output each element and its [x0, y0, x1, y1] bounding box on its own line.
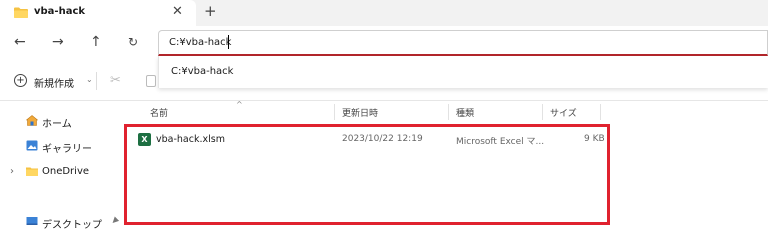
close-tab-icon[interactable]: ✕ — [172, 4, 183, 19]
chevron-down-icon: ⌄ — [86, 75, 93, 84]
tab-title: vba-hack — [34, 6, 86, 17]
highlight-annotation-box — [124, 124, 610, 225]
tab-strip: vba-hack ✕ + — [0, 0, 768, 26]
pin-icon: ▼ — [109, 215, 121, 226]
refresh-button[interactable]: ↻ — [128, 34, 138, 50]
toolbar-separator — [96, 72, 97, 90]
forward-button[interactable]: → — [52, 34, 64, 50]
sidebar-item-label: ホーム — [42, 119, 72, 130]
expand-chevron-icon[interactable]: › — [10, 166, 14, 177]
folder-icon — [26, 167, 38, 176]
gallery-icon — [26, 140, 38, 151]
address-bar[interactable]: C:¥vba-hack — [158, 30, 768, 56]
address-input-value: C:¥vba-hack — [169, 37, 232, 48]
back-button[interactable]: ← — [14, 34, 26, 50]
column-header-modified[interactable]: 更新日時 — [342, 106, 378, 119]
column-header-type[interactable]: 種類 — [456, 106, 474, 119]
text-caret — [228, 35, 229, 49]
address-suggestion-dropdown: C:¥vba-hack — [158, 56, 768, 88]
new-tab-button[interactable]: + — [204, 2, 217, 20]
column-header-size[interactable]: サイズ — [550, 106, 577, 119]
desktop-icon — [26, 217, 38, 225]
copy-icon[interactable] — [146, 75, 156, 87]
sidebar-item-label: デスクトップ — [42, 220, 102, 231]
column-separator[interactable] — [600, 104, 601, 120]
sidebar-item-label: ギャラリー — [42, 144, 92, 155]
column-header-name[interactable]: 名前 — [150, 106, 168, 119]
cut-icon[interactable]: ✂ — [110, 73, 121, 88]
folder-icon — [14, 7, 28, 18]
sidebar-item-label: OneDrive — [42, 166, 90, 177]
column-separator[interactable] — [448, 104, 449, 120]
plus-icon: + — [14, 74, 27, 87]
column-separator[interactable] — [542, 104, 543, 120]
home-icon — [26, 115, 38, 126]
up-button[interactable]: ↑ — [90, 34, 102, 50]
column-separator[interactable] — [334, 104, 335, 120]
sort-ascending-icon: ^ — [236, 100, 243, 109]
toolbar-divider — [0, 100, 768, 101]
address-suggestion-item[interactable]: C:¥vba-hack — [171, 66, 233, 77]
new-button-label: 新規作成 — [34, 79, 74, 90]
tab-vba-hack[interactable]: vba-hack ✕ — [0, 0, 196, 26]
